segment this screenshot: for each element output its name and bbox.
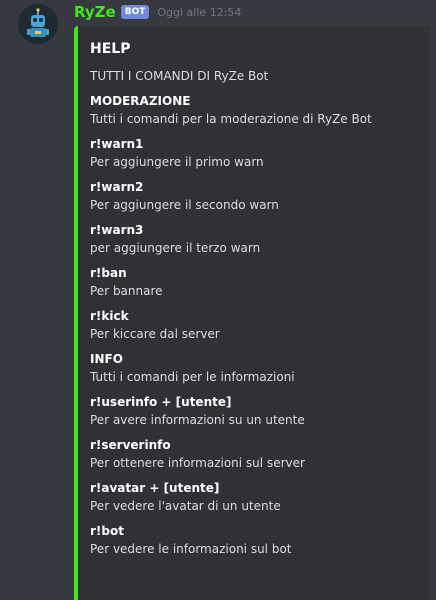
field-name: r!userinfo + [utente] bbox=[90, 395, 232, 409]
embed-field: r!ban Per bannare bbox=[90, 265, 418, 299]
field-value: Per aggiungere il primo warn bbox=[90, 155, 264, 169]
embed-field: r!avatar + [utente] Per vedere l'avatar d… bbox=[90, 480, 418, 514]
field-value: Per ottenere informazioni sul server bbox=[90, 456, 305, 470]
field-name: r!warn3 bbox=[90, 223, 144, 237]
chat-message: RyZe BOT Oggi alle 12:54 HELP TUTTI I CO… bbox=[0, 0, 436, 600]
embed-field: r!kick Per kiccare dal server bbox=[90, 308, 418, 342]
message-header: RyZe BOT Oggi alle 12:54 bbox=[74, 3, 241, 21]
field-name: r!ban bbox=[90, 266, 127, 280]
help-embed: HELP TUTTI I COMANDI DI RyZe Bot MODERAZ… bbox=[74, 26, 430, 600]
embed-field: r!userinfo + [utente] Per avere informazi… bbox=[90, 394, 418, 428]
field-value: Per bannare bbox=[90, 284, 163, 298]
robot-icon bbox=[18, 4, 58, 44]
field-name: r!kick bbox=[90, 309, 129, 323]
field-value: Per aggiungere il secondo warn bbox=[90, 198, 279, 212]
field-name: INFO bbox=[90, 352, 123, 366]
field-name: r!warn1 bbox=[90, 137, 144, 151]
field-name: r!bot bbox=[90, 524, 124, 538]
field-name: r!avatar + [utente] bbox=[90, 481, 220, 495]
field-value: Per kiccare dal server bbox=[90, 327, 220, 341]
bot-avatar[interactable] bbox=[18, 4, 58, 44]
message-timestamp: Oggi alle 12:54 bbox=[157, 5, 242, 19]
embed-field: r!bot Per vedere le informazioni sul bot bbox=[90, 523, 418, 557]
field-name: r!warn2 bbox=[90, 180, 144, 194]
field-name: MODERAZIONE bbox=[90, 94, 191, 108]
field-name: r!serverinfo bbox=[90, 438, 171, 452]
embed-description: TUTTI I COMANDI DI RyZe Bot bbox=[90, 69, 269, 83]
field-value: Tutti i comandi per la moderazione di Ry… bbox=[90, 112, 372, 126]
field-value: Per avere informazioni su un utente bbox=[90, 413, 305, 427]
embed-field: r!warn2 Per aggiungere il secondo warn bbox=[90, 179, 418, 213]
bot-badge: BOT bbox=[120, 5, 150, 19]
embed-field: INFO Tutti i comandi per le informazioni bbox=[90, 351, 418, 385]
embed-field: r!serverinfo Per ottenere informazioni su… bbox=[90, 437, 418, 471]
field-value: Per vedere le informazioni sul bot bbox=[90, 542, 292, 556]
field-value: Per vedere l'avatar di un utente bbox=[90, 499, 281, 513]
embed-field: r!warn1 Per aggiungere il primo warn bbox=[90, 136, 418, 170]
field-value: per aggiungere il terzo warn bbox=[90, 241, 261, 255]
embed-title: HELP bbox=[90, 41, 131, 57]
field-value: Tutti i comandi per le informazioni bbox=[90, 370, 295, 384]
embed-fields: MODERAZIONE Tutti i comandi per la modera… bbox=[90, 93, 418, 557]
username[interactable]: RyZe bbox=[74, 3, 116, 21]
embed-field: r!warn3 per aggiungere il terzo warn bbox=[90, 222, 418, 256]
embed-field: MODERAZIONE Tutti i comandi per la modera… bbox=[90, 93, 418, 127]
